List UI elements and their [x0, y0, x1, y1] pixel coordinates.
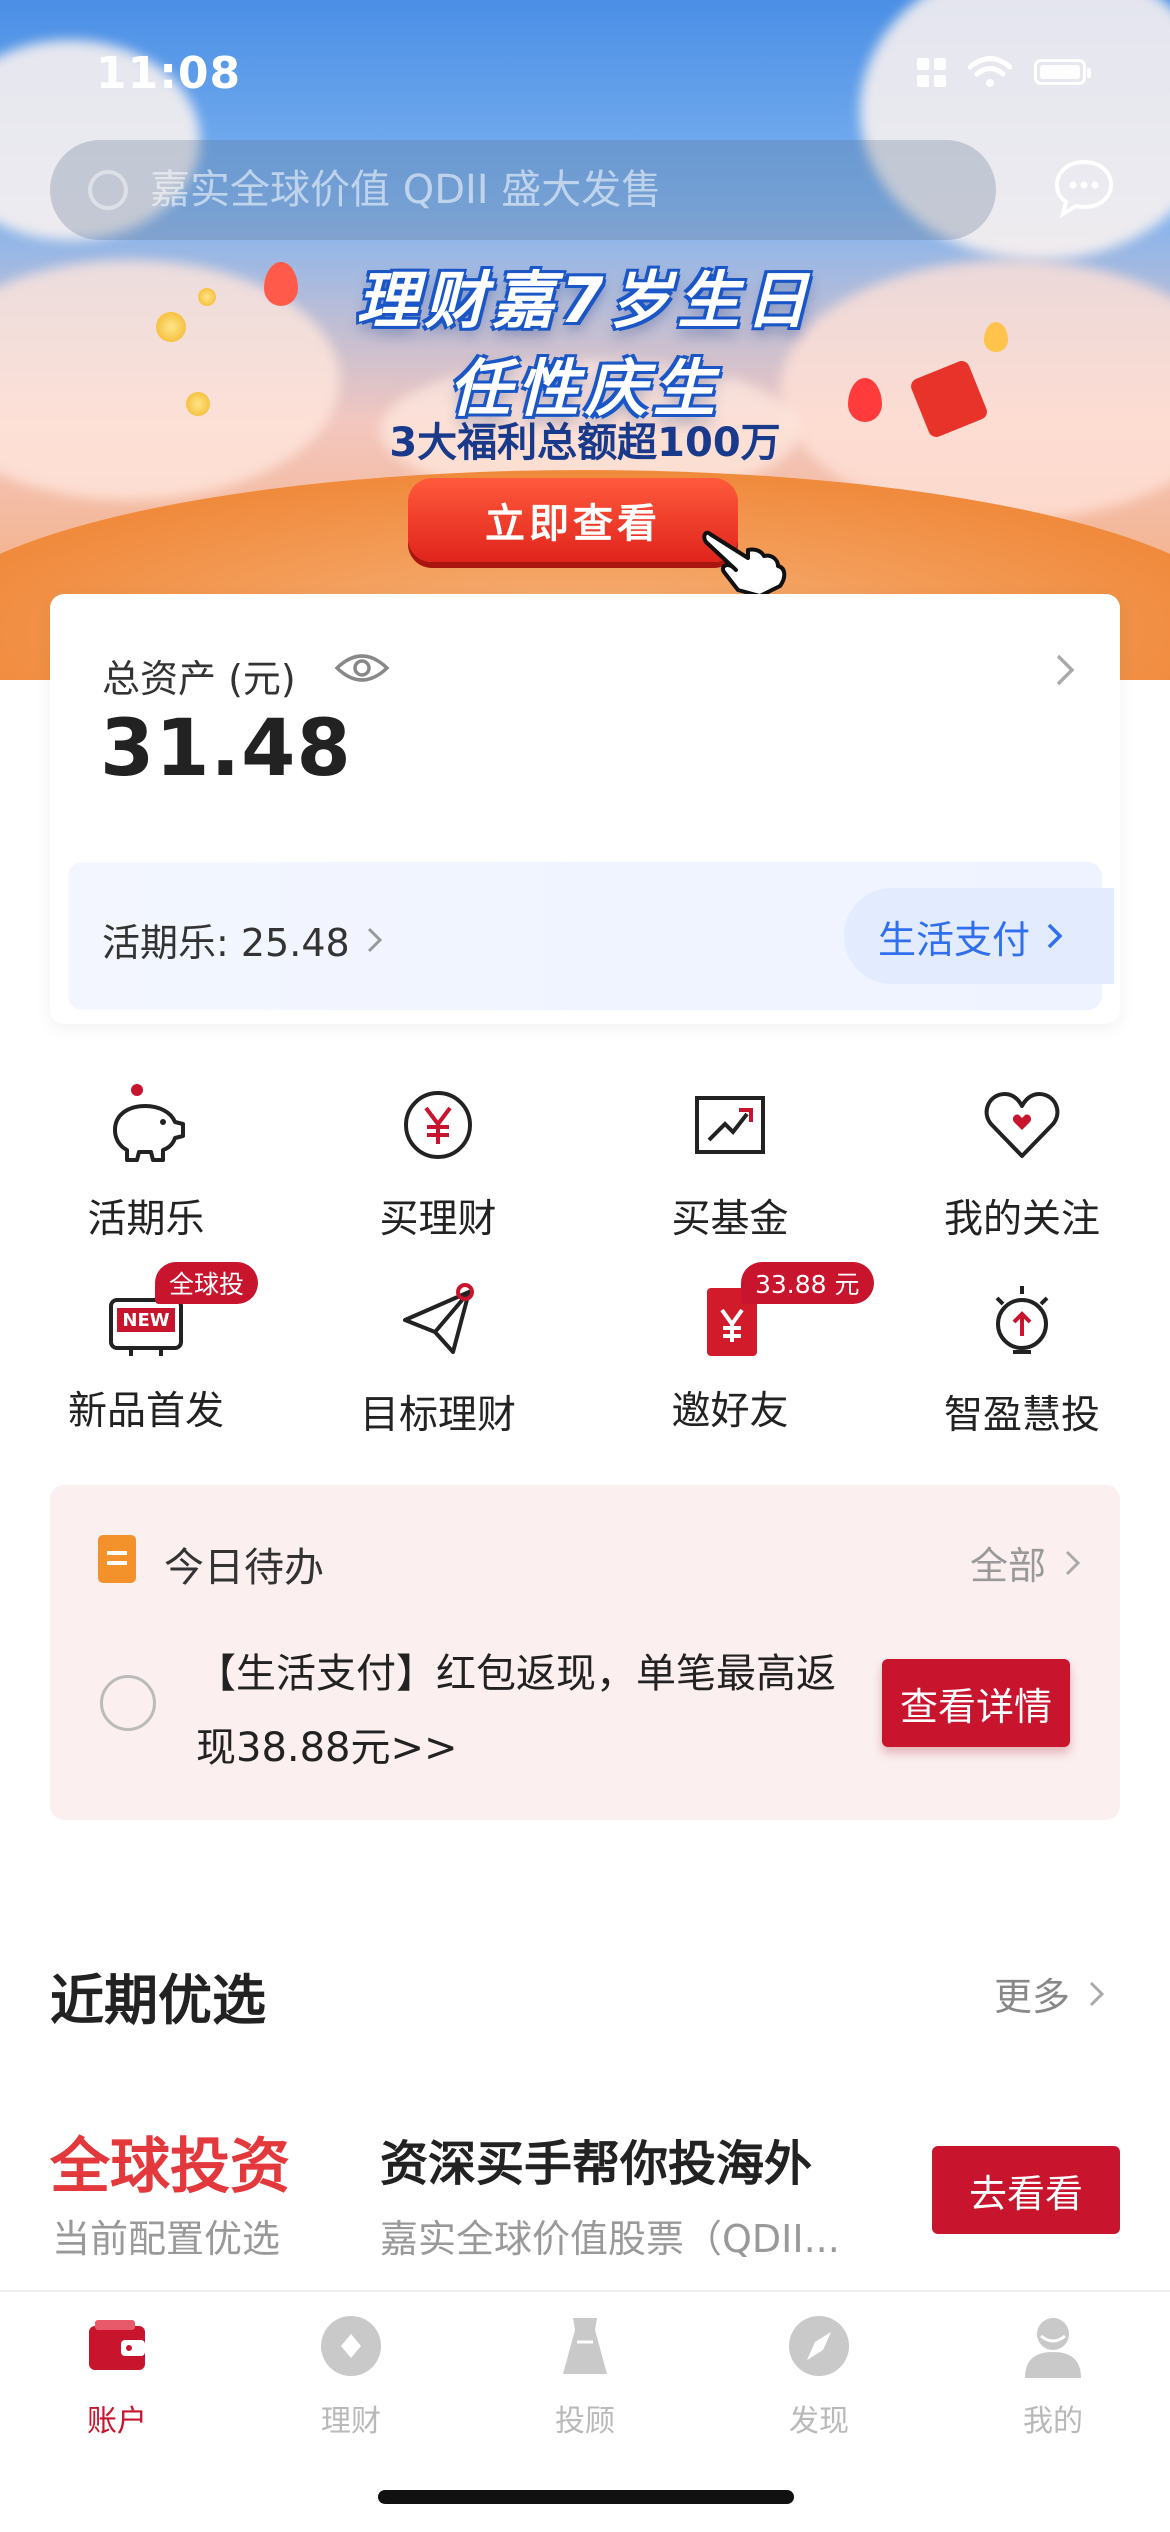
grid-item-goal-wealth[interactable]: 目标理财 [292, 1276, 584, 1440]
home-indicator[interactable] [378, 2490, 794, 2504]
grid-item-invite-friends[interactable]: 33.88 元 邀好友 [584, 1262, 876, 1436]
total-assets-value: 31.48 [100, 704, 352, 794]
grid-item-label: 新品首发 [67, 1389, 224, 1434]
todo-checkbox[interactable] [100, 1675, 156, 1731]
grid-item-buy-fund[interactable]: 买基金 [584, 1080, 876, 1244]
life-pay-button[interactable]: 生活支付 [844, 888, 1114, 984]
compass-icon [789, 2316, 849, 2376]
tab-label: 发现 [789, 2404, 849, 2439]
chart-up-icon [695, 1096, 765, 1154]
tab-label: 理财 [321, 2404, 381, 2439]
tab-label: 账户 [87, 2404, 147, 2439]
recommend-tag-sub: 当前配置优选 [52, 2217, 281, 2261]
banner-view-button[interactable]: 立即查看 [408, 478, 738, 562]
recommend-fund-name[interactable]: 嘉实全球价值股票（QDII... [380, 2208, 900, 2263]
tab-wealth[interactable]: 理财 [234, 2312, 468, 2440]
recommend-tag: 全球投资 [50, 2132, 290, 2202]
grid-item-label: 活期乐 [87, 1197, 205, 1242]
hero-banner[interactable]: 11:08 理财嘉7岁生日 任性庆生 3大福利总额超100万 立即查看 [0, 0, 1170, 680]
grid-item-buy-wealth[interactable]: 买理财 [292, 1080, 584, 1244]
heart-icon [984, 1092, 1060, 1158]
diamond-icon [321, 2316, 381, 2376]
eye-icon[interactable] [334, 648, 390, 688]
grid-item-label: 邀好友 [671, 1389, 789, 1434]
chevron-right-icon [367, 927, 382, 952]
banner-title: 理财嘉7岁生日 [356, 264, 814, 337]
tab-advisor[interactable]: 投顾 [468, 2312, 702, 2440]
new-product-icon: NEW 全球投 [101, 1262, 259, 1366]
huoqi-balance-link[interactable]: 活期乐: 25.48 [102, 912, 386, 967]
todo-item-text[interactable]: 【生活支付】红包返现，单笔最高返现38.88元>> [196, 1637, 846, 1785]
grid-item-smart-invest[interactable]: 智盈慧投 [876, 1276, 1168, 1440]
grid-item-badge: 全球投 [155, 1262, 259, 1304]
piggy-bank-icon [113, 1084, 185, 1162]
life-pay-label: 生活支付 [878, 917, 1031, 962]
wifi-icon [968, 56, 1012, 87]
tab-label: 投顾 [555, 2404, 615, 2439]
grid-item-label: 目标理财 [359, 1393, 516, 1438]
recommend-go-button[interactable]: 去看看 [932, 2146, 1120, 2234]
wallet-icon [89, 2320, 145, 2370]
todo-all-link[interactable]: 全部 [970, 1535, 1084, 1590]
grid-item-badge: 33.88 元 [741, 1262, 874, 1304]
tab-label: 我的 [1023, 2404, 1083, 2439]
more-label: 更多 [993, 1975, 1070, 2019]
todo-detail-button[interactable]: 查看详情 [882, 1659, 1070, 1747]
message-icon[interactable] [1052, 156, 1116, 220]
search-icon [88, 170, 128, 210]
svg-text:NEW: NEW [122, 1310, 169, 1331]
status-bar: 11:08 [0, 0, 1170, 140]
asset-card[interactable]: 总资产 (元) 31.48 活期乐: 25.48 生活支付 [50, 594, 1120, 1024]
chevron-right-icon [1047, 923, 1063, 949]
todo-card: 今日待办 全部 【生活支付】红包返现，单笔最高返现38.88元>> 查看详情 [50, 1485, 1120, 1820]
yen-circle-icon [404, 1091, 472, 1159]
paper-plane-icon [403, 1283, 474, 1354]
chevron-right-icon[interactable] [1050, 652, 1080, 688]
more-link[interactable]: 更多 [994, 1966, 1108, 2021]
bulb-icon [995, 1286, 1049, 1354]
chevron-right-icon [1089, 1981, 1105, 2006]
status-icons [917, 56, 1091, 88]
search-bar[interactable] [50, 140, 996, 240]
grid-item-huoqile[interactable]: 活期乐 [0, 1080, 292, 1244]
grid-item-new-product[interactable]: NEW 全球投 新品首发 [0, 1262, 292, 1436]
tab-discover[interactable]: 发现 [702, 2312, 936, 2440]
document-icon [98, 1535, 136, 1583]
grid-item-label: 买理财 [379, 1197, 497, 1242]
banner-subtitle: 3大福利总额超100万 [389, 420, 781, 466]
red-envelope-icon: 33.88 元 [685, 1262, 874, 1366]
grid-item-label: 我的关注 [943, 1197, 1100, 1242]
tab-mine[interactable]: 我的 [936, 2312, 1170, 2440]
cup-icon [563, 2318, 607, 2374]
section-title: 近期优选 [50, 1969, 266, 2032]
grid-item-my-follow[interactable]: 我的关注 [876, 1080, 1168, 1244]
todo-title: 今日待办 [164, 1545, 324, 1591]
chevron-right-icon [1065, 1550, 1081, 1575]
huoqi-balance-label: 活期乐: 25.48 [102, 921, 350, 965]
battery-icon [1034, 59, 1091, 85]
tab-account[interactable]: 账户 [0, 2312, 234, 2440]
status-time: 11:08 [96, 48, 242, 99]
pointing-hand-icon [702, 530, 787, 598]
grid-item-label: 买基金 [671, 1197, 789, 1242]
grid-item-label: 智盈慧投 [943, 1393, 1100, 1438]
huoqi-bar: 活期乐: 25.48 生活支付 [68, 862, 1114, 1010]
signal-icon [917, 57, 946, 87]
todo-all-label: 全部 [969, 1544, 1046, 1588]
user-icon [1025, 2318, 1081, 2378]
total-assets-label: 总资产 (元) [102, 657, 296, 701]
recommend-headline[interactable]: 资深买手帮你投海外 [380, 2124, 812, 2194]
search-input[interactable] [150, 167, 950, 213]
